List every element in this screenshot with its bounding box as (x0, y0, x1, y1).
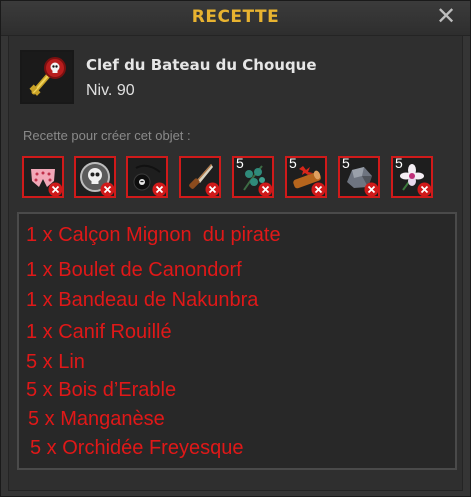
note-line: 1 x Bandeau de Nakunbra (26, 289, 259, 311)
missing-icon (417, 182, 432, 197)
missing-icon (258, 182, 273, 197)
ingredient-slot-orchid[interactable]: 5 (391, 155, 433, 198)
ingredient-slot-underpants[interactable] (22, 156, 64, 198)
item-level: Niv. 90 (86, 82, 135, 99)
missing-icon (48, 182, 63, 197)
recipe-notes-box[interactable]: 1 x Calçon Mignon du pirate 1 x Boulet d… (17, 212, 457, 470)
note-line: 1 x Boulet de Canondorf (26, 259, 242, 281)
note-line: 1 x Canif Rouillé (26, 321, 172, 343)
ingredient-slot-manganese[interactable]: 5 (338, 155, 380, 198)
ingredient-qty: 5 (342, 155, 350, 171)
ingredient-qty: 5 (289, 155, 297, 171)
title-bar: RECETTE ✕ (1, 1, 470, 36)
window-title: RECETTE (191, 7, 280, 27)
recipe-window: RECETTE ✕ Clef du Bateau du Chouque Niv.… (0, 0, 471, 497)
note-line: 5 x Orchidée Freyesque (30, 437, 244, 459)
close-icon[interactable]: ✕ (436, 4, 456, 28)
ingredient-slot-cannonball[interactable] (74, 156, 116, 198)
item-name: Clef du Bateau du Chouque (86, 56, 317, 74)
ingredient-slot-eyepatch[interactable] (126, 156, 168, 198)
missing-icon (152, 182, 167, 197)
ingredient-slot-flax[interactable]: 5 (232, 155, 274, 198)
note-line: 5 x Lin (26, 351, 85, 373)
ingredient-slot-knife[interactable] (179, 156, 221, 198)
recipe-label: Recette pour créer cet objet : (23, 128, 191, 143)
pirate-key-icon[interactable] (20, 50, 74, 104)
note-line: 1 x Calçon Mignon du pirate (26, 224, 281, 246)
ingredient-qty: 5 (236, 155, 244, 171)
note-line: 5 x Manganèse (28, 408, 165, 430)
note-line: 5 x Bois d’Erable (26, 379, 177, 401)
missing-icon (311, 182, 326, 197)
missing-icon (364, 182, 379, 197)
missing-icon (100, 182, 115, 197)
ingredient-slot-maple-wood[interactable]: 5 (285, 155, 327, 198)
ingredient-qty: 5 (395, 155, 403, 171)
missing-icon (205, 182, 220, 197)
